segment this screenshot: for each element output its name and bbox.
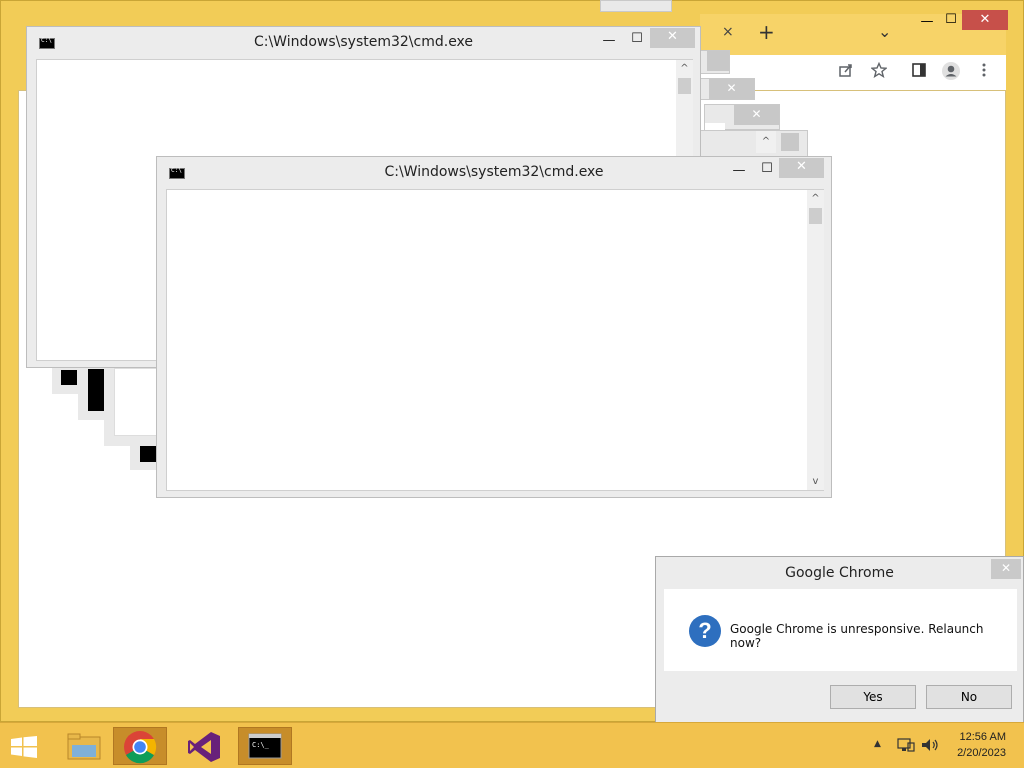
cmd-icon: C:\_ <box>248 733 282 759</box>
close-icon: ✕ <box>734 105 779 125</box>
ghost-window: ✕ <box>704 104 780 131</box>
maximize-button[interactable]: ☐ <box>627 30 647 50</box>
dialog-title: Google Chrome <box>785 565 894 581</box>
taskbar-command-prompt[interactable]: C:\_ <box>238 727 292 765</box>
minimize-button[interactable]: — <box>599 32 619 52</box>
side-panel-icon[interactable] <box>909 62 929 82</box>
ghost-window <box>104 368 158 446</box>
no-button[interactable]: No <box>926 685 1012 709</box>
profile-avatar-icon[interactable] <box>941 61 961 81</box>
question-icon: ? <box>689 615 721 647</box>
dialog-body: ? Google Chrome is unresponsive. Relaunc… <box>664 589 1017 671</box>
clock-date[interactable]: 2/20/2023 <box>957 747 1006 759</box>
cmd-window-front[interactable]: C:\Windows\system32\cmd.exe — ☐ ✕ ^ v <box>156 156 832 498</box>
maximize-button[interactable]: ☐ <box>757 160 777 180</box>
relaunch-dialog: Google Chrome ✕ ? Google Chrome is unres… <box>655 556 1024 728</box>
close-button[interactable]: ✕ <box>779 158 824 178</box>
network-icon[interactable] <box>896 737 916 753</box>
close-icon: ✕ <box>709 79 754 99</box>
scroll-up-icon[interactable]: ^ <box>676 60 693 77</box>
scroll-thumb[interactable] <box>678 78 691 94</box>
tray-overflow-icon[interactable]: ▲ <box>874 739 881 749</box>
new-tab-button[interactable]: + <box>758 20 775 44</box>
yes-button[interactable]: Yes <box>830 685 916 709</box>
chrome-icon <box>124 731 157 764</box>
minimize-button[interactable]: — <box>729 162 749 182</box>
close-button[interactable]: ✕ <box>650 28 695 48</box>
chrome-close-button[interactable]: ✕ <box>962 10 1008 30</box>
chrome-menu-icon[interactable] <box>974 62 994 82</box>
visual-studio-icon <box>188 732 220 762</box>
console-area[interactable] <box>166 189 824 491</box>
ghost-window <box>52 368 80 394</box>
dialog-message: Google Chrome is unresponsive. Relaunch … <box>730 622 984 650</box>
svg-text:C:\_: C:\_ <box>252 741 270 749</box>
scroll-up-icon[interactable]: ^ <box>807 190 824 207</box>
ghost-window: ✕ <box>700 78 755 100</box>
scroll-down-icon[interactable]: v <box>807 473 824 490</box>
ghost-window <box>600 0 672 12</box>
tab-close-icon[interactable]: × <box>722 24 734 40</box>
scroll-thumb[interactable] <box>809 208 822 224</box>
scrollbar[interactable]: ^ v <box>807 190 824 490</box>
dialog-close-button[interactable]: ✕ <box>991 559 1021 579</box>
volume-icon[interactable] <box>920 737 940 753</box>
ghost-window <box>130 440 158 470</box>
taskbar-chrome[interactable] <box>113 727 167 765</box>
start-button[interactable] <box>0 723 48 768</box>
taskbar: C:\_ ▲ 12:56 AM 2/20/2023 <box>0 722 1024 768</box>
taskbar-visual-studio[interactable] <box>177 727 231 765</box>
share-icon[interactable] <box>836 62 856 82</box>
taskbar-file-explorer[interactable] <box>58 727 112 765</box>
clock-time[interactable]: 12:56 AM <box>960 731 1006 743</box>
tab-list-icon[interactable]: ⌄ <box>878 22 891 41</box>
bookmark-star-icon[interactable] <box>869 61 889 82</box>
windows-logo-icon <box>11 736 37 758</box>
folder-icon <box>67 733 101 760</box>
